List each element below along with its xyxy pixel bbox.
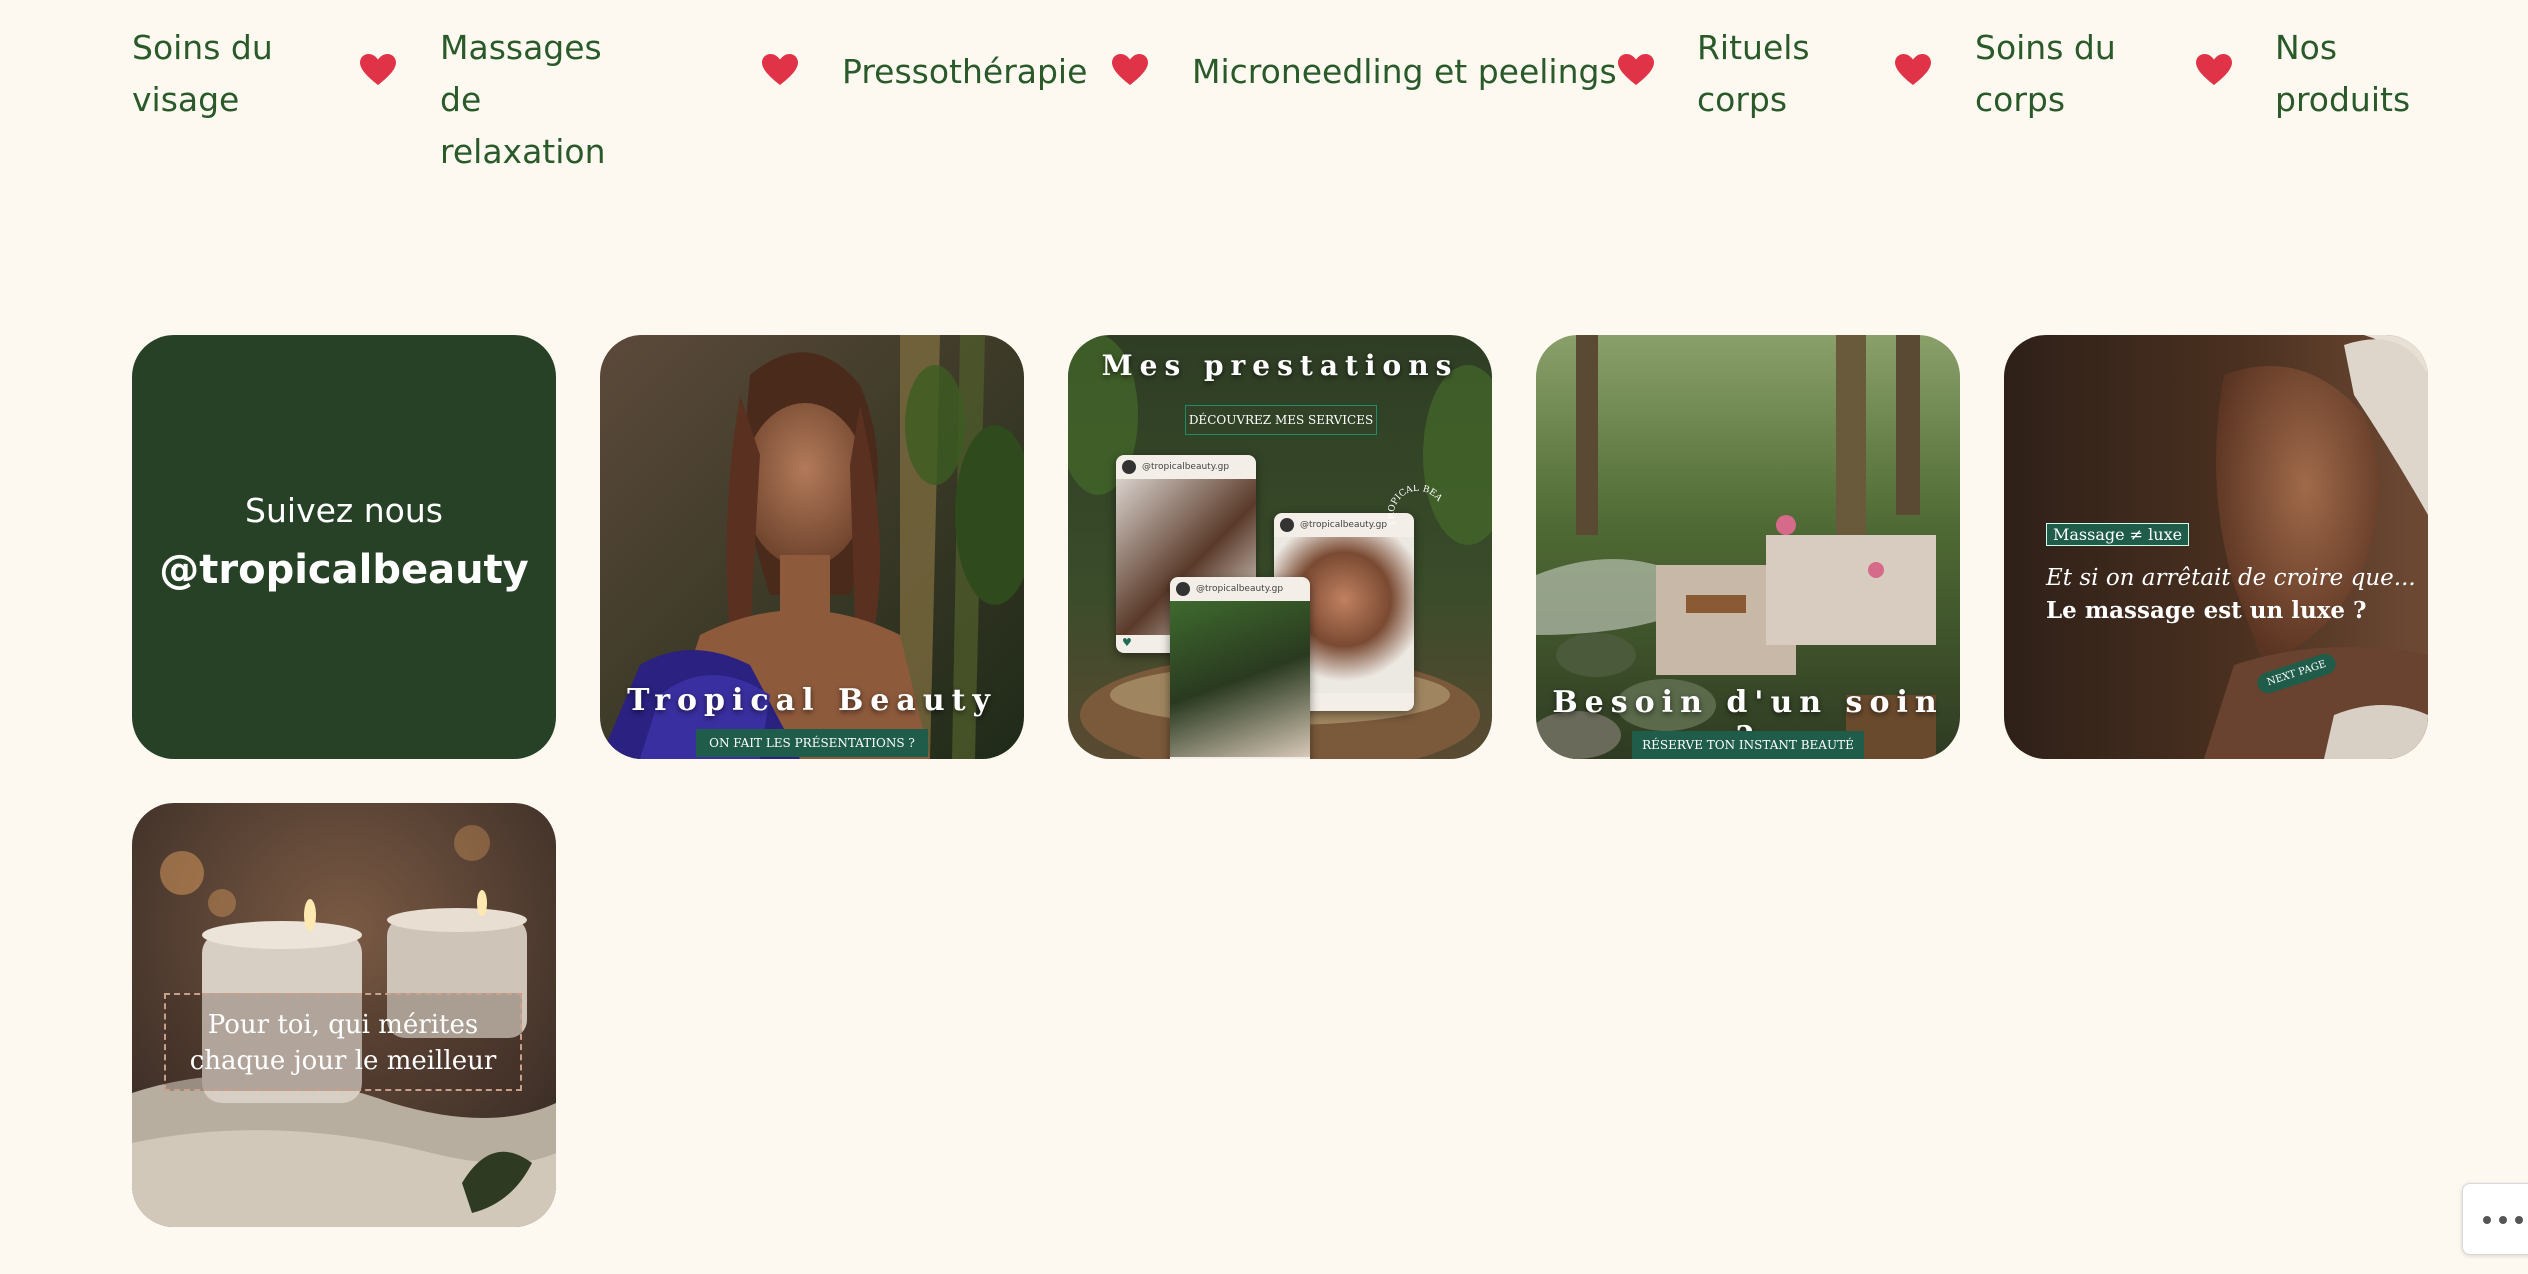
main-navigation: Soins du visage Massages de relaxation P… — [0, 0, 2528, 171]
nav-item-soins-visage[interactable]: Soins du visage — [132, 22, 282, 126]
heart-icon — [360, 54, 396, 86]
heart-icon — [1895, 54, 1931, 86]
post-text-line1: Et si on arrêtait de croire que... — [2046, 565, 2416, 591]
post-tag: Massage ≠ luxe — [2046, 523, 2190, 546]
heart-icon — [2196, 54, 2232, 86]
nav-item-massages-relaxation[interactable]: Massages de relaxation — [440, 22, 650, 178]
nav-item-pressotherapie[interactable]: Pressothérapie — [842, 46, 1087, 98]
mini-post-card: @tropicalbeauty.gp ♥ — [1170, 577, 1310, 759]
instagram-post-tropical-beauty[interactable]: Tropical Beauty ON FAIT LES PRÉSENTATION… — [600, 335, 1024, 759]
nav-item-soins-corps[interactable]: Soins du corps — [1975, 22, 2125, 126]
svg-text:TROPICAL BEAUTY: TROPICAL BEAUTY — [1388, 485, 1444, 527]
heart-icon — [762, 54, 798, 86]
avatar — [1280, 518, 1294, 532]
avatar — [1122, 460, 1136, 474]
instagram-post-massage-luxe[interactable]: Massage ≠ luxe Et si on arrêtait de croi… — [2004, 335, 2428, 759]
nav-item-rituels-corps[interactable]: Rituels corps — [1697, 22, 1817, 126]
ellipsis-icon — [2499, 1216, 2507, 1224]
nav-item-nos-produits[interactable]: Nos produits — [2275, 22, 2415, 126]
mini-post-handle: @tropicalbeauty.gp — [1142, 462, 1230, 472]
instagram-handle: @tropicalbeauty — [159, 547, 529, 593]
brand-badge: TROPICAL BEAUTY — [1388, 485, 1444, 527]
instagram-follow-tile[interactable]: Suivez nous @tropicalbeauty — [132, 335, 556, 759]
ellipsis-icon — [2515, 1216, 2523, 1224]
post-title: Mes prestations — [1101, 349, 1459, 382]
nav-item-microneedling-peelings[interactable]: Microneedling et peelings — [1192, 46, 1617, 98]
more-options-button[interactable] — [2462, 1183, 2528, 1255]
post-cta-button: ON FAIT LES PRÉSENTATIONS ? — [696, 729, 928, 757]
instagram-post-candles[interactable]: Pour toi, qui mérites chaque jour le mei… — [132, 803, 556, 1227]
post-cta-button: DÉCOUVREZ MES SERVICES — [1185, 405, 1377, 435]
instagram-post-besoin-soin[interactable]: Besoin d'un soin ? RÉSERVE TON INSTANT B… — [1536, 335, 1960, 759]
heart-icon — [1618, 54, 1654, 86]
mini-post-handle: @tropicalbeauty.gp — [1196, 584, 1284, 594]
post-quote: Pour toi, qui mérites chaque jour le mei… — [164, 993, 522, 1091]
heart-icon — [1112, 54, 1148, 86]
post-cta-button: RÉSERVE TON INSTANT BEAUTÉ — [1632, 731, 1864, 759]
heart-icon: ♥ — [1176, 758, 1186, 759]
post-text-line2: Le massage est un luxe ? — [2046, 597, 2367, 624]
ellipsis-icon — [2483, 1216, 2491, 1224]
post-image-relaxing-woman — [2004, 335, 2428, 759]
mini-post-handle: @tropicalbeauty.gp — [1300, 520, 1388, 530]
heart-icon: ♥ — [1122, 636, 1132, 649]
avatar — [1176, 582, 1190, 596]
instagram-post-mes-prestations[interactable]: Mes prestations DÉCOUVREZ MES SERVICES @… — [1068, 335, 1492, 759]
follow-label: Suivez nous — [245, 491, 443, 530]
post-title: Tropical Beauty — [627, 683, 997, 718]
